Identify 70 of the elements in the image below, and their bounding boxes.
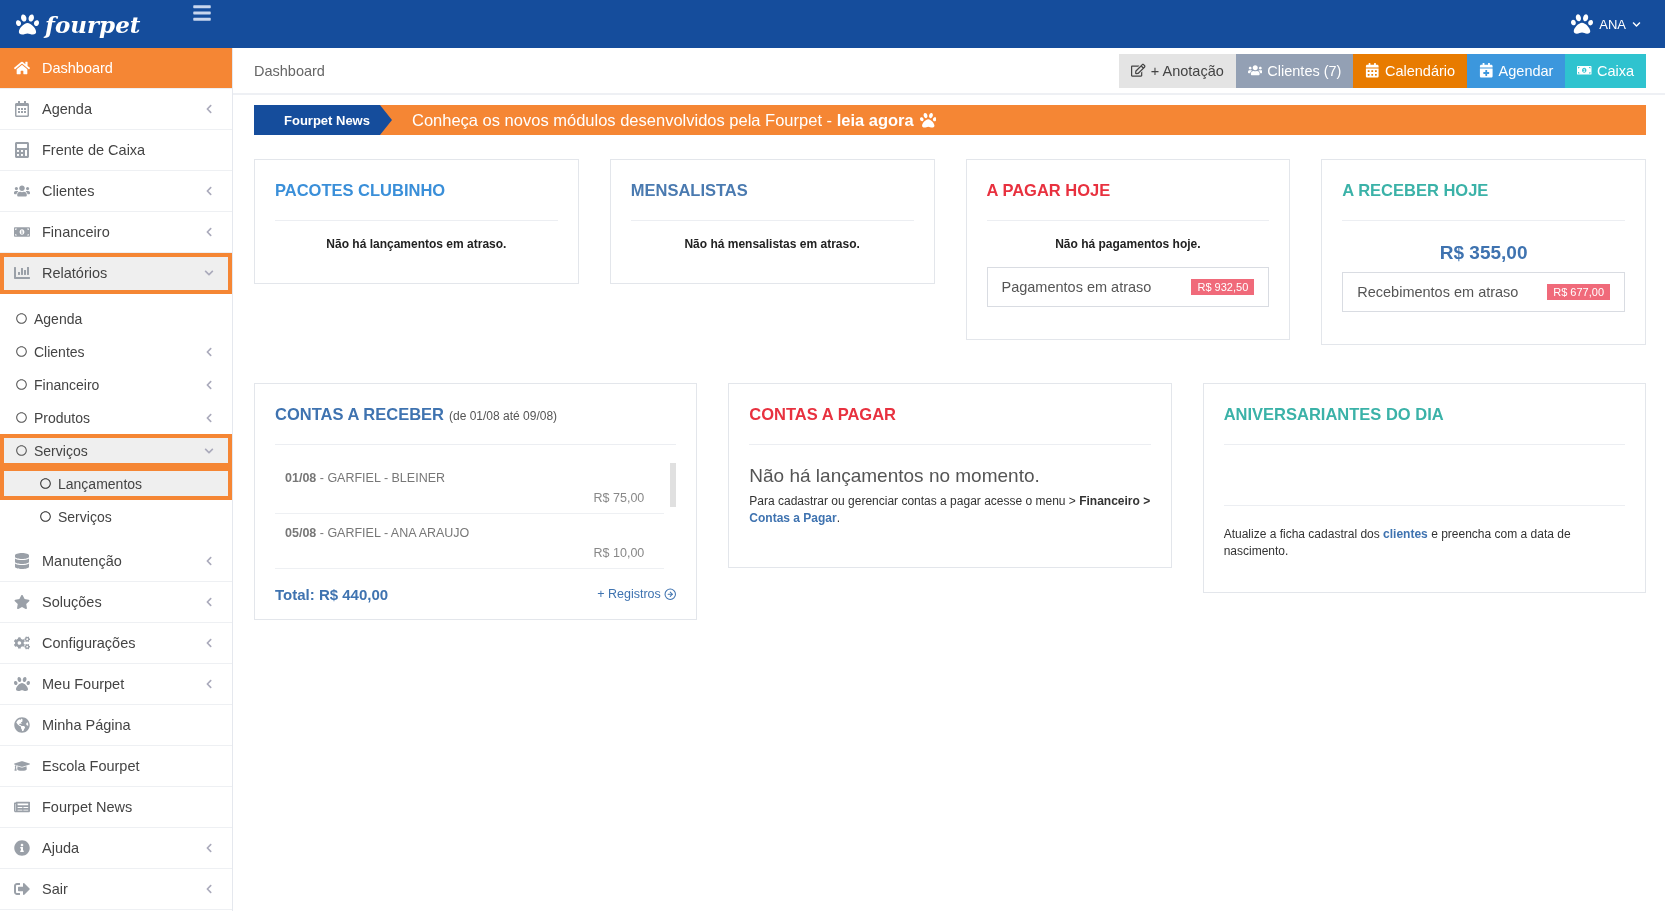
calculator-icon [14, 142, 30, 158]
star-icon [14, 594, 30, 610]
amount-badge: R$ 677,00 [1547, 284, 1610, 300]
sign-out-icon [14, 881, 30, 897]
overdue-label: Pagamentos em atraso [1001, 279, 1152, 295]
users-icon [14, 183, 30, 199]
entry-text: 05/08 - GARFIEL - ANA ARAUJO [285, 526, 471, 540]
paw-icon [16, 12, 39, 36]
scrollbar[interactable] [670, 463, 677, 507]
amount-badge: R$ 932,50 [1191, 279, 1255, 295]
chevron-down-icon [1632, 19, 1641, 29]
logo-text: fourpet [45, 10, 141, 38]
card-title: A RECEBER HOJE [1342, 180, 1489, 200]
card-title: CONTAS A PAGAR [749, 404, 896, 424]
database-icon [14, 553, 30, 569]
more-link[interactable]: + Registros [597, 587, 677, 601]
submenu-item[interactable]: Agenda [0, 302, 232, 335]
card-message: Não há mensalistas em atraso. [683, 236, 861, 253]
banknote-icon [1577, 63, 1592, 78]
entry-amount: R$ 10,00 [593, 546, 645, 560]
card-title: PACOTES CLUBINHO [275, 180, 446, 200]
bar-chart-icon [14, 265, 30, 281]
news-tag: Fourpet News [254, 105, 392, 135]
action-button[interactable]: + Anotação [1119, 53, 1236, 88]
overdue-label: Recebimentos em atraso [1357, 284, 1519, 300]
menu-icon[interactable] [192, 3, 212, 23]
help-text: Para cadastrar ou gerenciar contas a pagar acesse o menu > Financeiro > Contas a Pagar. [749, 493, 1151, 527]
receivable-entry[interactable]: 05/08 - GARFIEL - ANA ARAUJO R$ 10,00 [275, 514, 665, 569]
receivable-entry[interactable]: 01/08 - GARFIEL - BLEINER R$ 75,00 [275, 459, 665, 514]
card-title: ANIVERSARIANTES DO DIA [1223, 404, 1444, 424]
contas-link[interactable]: Contas a Pagar [749, 511, 837, 525]
paw-icon [1571, 13, 1594, 35]
date-range: (de 01/08 até 09/08) [449, 408, 558, 423]
entry-amount: R$ 75,00 [593, 491, 645, 505]
total-text: Total: R$ 440,00 [275, 585, 389, 603]
calendar-icon [1365, 63, 1380, 78]
user-menu[interactable]: ANA [1571, 13, 1641, 35]
card-title: MENSALISTAS [630, 180, 748, 200]
entry-text: 01/08 - GARFIEL - BLEINER [285, 471, 447, 485]
info-icon [14, 840, 30, 856]
card-title: CONTAS A RECEBER [275, 404, 444, 424]
arrow-circle-icon [663, 587, 677, 601]
empty-message: Não há lançamentos no momento. [749, 464, 1041, 488]
card-message: Não há lançamentos em atraso. [325, 236, 508, 253]
globe-icon [14, 717, 30, 733]
submenu-item[interactable]: Financeiro [0, 368, 232, 401]
users-icon [1247, 63, 1263, 78]
graduation-cap-icon [14, 758, 30, 774]
submenu-item[interactable]: Produtos [0, 401, 232, 434]
card-title: A PAGAR HOJE [986, 180, 1111, 200]
newspaper-icon [14, 799, 30, 815]
submenu-item[interactable]: Clientes [0, 335, 232, 368]
calendar-plus-icon [1479, 63, 1494, 78]
clientes-link[interactable]: clientes [1383, 527, 1428, 541]
total-amount: R$ 355,00 [1438, 241, 1529, 265]
paw-icon [919, 111, 937, 129]
calendar-icon [14, 101, 30, 117]
edit-icon [1131, 63, 1146, 78]
card-message: Não há pagamentos hoje. [1054, 236, 1202, 253]
submenu-item[interactable]: Serviços [0, 434, 232, 467]
paw-icon [14, 676, 30, 692]
logo[interactable]: fourpet [16, 10, 192, 38]
banknote-icon [14, 224, 30, 240]
sidebar-item[interactable]: Relatórios [0, 253, 232, 294]
home-icon [14, 60, 30, 76]
gears-icon [14, 635, 30, 651]
help-text: Atualize a ficha cadastral dos clientes e preencha com a data de nascimento. [1223, 526, 1572, 560]
breadcrumb: Dashboard [254, 62, 325, 79]
submenu-item[interactable]: Lançamentos [0, 467, 232, 500]
submenu-item[interactable]: Serviços [0, 500, 232, 533]
